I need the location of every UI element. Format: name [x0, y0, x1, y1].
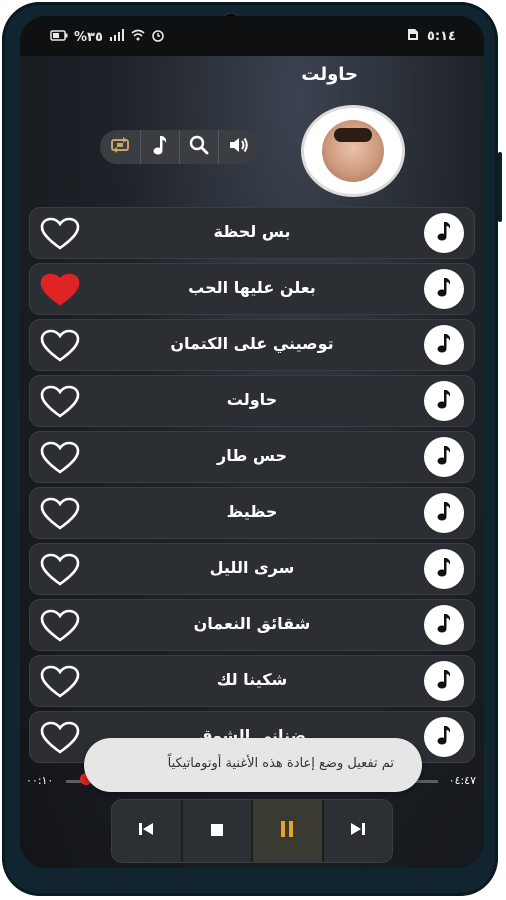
battery-icon	[50, 29, 68, 45]
song-row[interactable]: حظيظ	[30, 488, 474, 538]
play-song-button[interactable]	[424, 437, 464, 477]
music-note-icon	[436, 500, 452, 526]
volume-button[interactable]	[219, 130, 259, 164]
wifi-icon	[131, 29, 145, 45]
song-row[interactable]: شكينا لك	[30, 656, 474, 706]
music-note-icon	[436, 724, 452, 750]
alarm-icon	[151, 28, 165, 46]
song-title: توصيني على الكتمان	[170, 334, 334, 353]
status-right: ٥:١٤	[407, 28, 456, 45]
music-note-icon	[436, 668, 452, 694]
music-note-icon	[436, 276, 452, 302]
play-song-button[interactable]	[424, 213, 464, 253]
music-note-icon	[436, 612, 452, 638]
playlist-button[interactable]	[141, 130, 180, 164]
song-title: حظيظ	[226, 502, 278, 521]
search-icon	[189, 135, 209, 159]
title-bar: حاولت	[20, 56, 484, 94]
heart-icon[interactable]	[40, 721, 80, 755]
volume-icon	[228, 135, 250, 159]
pause-icon	[280, 820, 294, 842]
song-row[interactable]: سرى الليل	[30, 544, 474, 594]
heart-icon[interactable]	[40, 497, 80, 531]
next-button[interactable]	[324, 800, 393, 862]
clock: ٥:١٤	[426, 29, 456, 44]
music-note-icon	[436, 556, 452, 582]
song-row[interactable]: بس لحظة	[30, 208, 474, 258]
previous-icon	[137, 821, 155, 841]
app-screen: %٣٥ ٥:١٤ حاولت بس لحظة بعلن عليها الحب ت…	[20, 16, 484, 868]
repeat-icon	[109, 136, 131, 158]
song-title: حاولت	[226, 390, 278, 409]
song-list: بس لحظة بعلن عليها الحب توصيني على الكتمان…	[30, 208, 474, 768]
page-title: حاولت	[301, 64, 358, 85]
player-controls	[112, 800, 392, 862]
music-note-icon	[152, 134, 168, 160]
song-title: حس طار	[216, 446, 287, 465]
play-song-button[interactable]	[424, 381, 464, 421]
search-button[interactable]	[180, 130, 219, 164]
song-row[interactable]: حاولت	[30, 376, 474, 426]
next-icon	[349, 821, 367, 841]
heart-icon[interactable]	[40, 329, 80, 363]
song-title: سرى الليل	[209, 558, 295, 577]
play-song-button[interactable]	[424, 661, 464, 701]
play-song-button[interactable]	[424, 605, 464, 645]
heart-icon[interactable]	[40, 553, 80, 587]
play-song-button[interactable]	[424, 549, 464, 589]
heart-icon[interactable]	[40, 273, 80, 307]
previous-button[interactable]	[112, 800, 183, 862]
song-row[interactable]: توصيني على الكتمان	[30, 320, 474, 370]
artist-avatar	[304, 108, 402, 194]
heart-icon[interactable]	[40, 441, 80, 475]
heart-icon[interactable]	[40, 217, 80, 251]
phone-frame: %٣٥ ٥:١٤ حاولت بس لحظة بعلن عليها الحب ت…	[2, 2, 502, 896]
song-title: شكينا لك	[216, 670, 288, 689]
song-row[interactable]: شقائق النعمان	[30, 600, 474, 650]
music-note-icon	[436, 444, 452, 470]
status-bar: %٣٥ ٥:١٤	[20, 16, 484, 56]
current-time: ٠٠:١٠	[26, 774, 54, 787]
repeat-button[interactable]	[100, 130, 141, 164]
song-title: بس لحظة	[213, 222, 291, 241]
total-time: ٠٤:٤٧	[448, 774, 476, 787]
song-title: شقائق النعمان	[193, 614, 311, 633]
song-row[interactable]: بعلن عليها الحب	[30, 264, 474, 314]
avatar-image	[322, 120, 384, 182]
heart-icon[interactable]	[40, 609, 80, 643]
music-note-icon	[436, 388, 452, 414]
play-song-button[interactable]	[424, 493, 464, 533]
play-song-button[interactable]	[424, 325, 464, 365]
control-group	[100, 130, 259, 164]
signal-icon	[109, 29, 125, 45]
music-note-icon	[436, 220, 452, 246]
toast-message: تم تفعيل وضع إعادة هذه الأغنية أوتوماتيك…	[167, 756, 394, 771]
sim-icon	[407, 28, 419, 45]
play-song-button[interactable]	[424, 717, 464, 757]
song-title: بعلن عليها الحب	[188, 278, 316, 297]
battery-percent: %٣٥	[74, 29, 103, 45]
music-note-icon	[436, 332, 452, 358]
play-song-button[interactable]	[424, 269, 464, 309]
status-left: %٣٥	[50, 28, 165, 46]
heart-icon[interactable]	[40, 385, 80, 419]
song-row[interactable]: حس طار	[30, 432, 474, 482]
pause-button[interactable]	[253, 800, 324, 862]
stop-button[interactable]	[183, 800, 253, 862]
stop-icon	[210, 822, 224, 841]
toast-notification: تم تفعيل وضع إعادة هذه الأغنية أوتوماتيك…	[84, 738, 422, 792]
heart-icon[interactable]	[40, 665, 80, 699]
